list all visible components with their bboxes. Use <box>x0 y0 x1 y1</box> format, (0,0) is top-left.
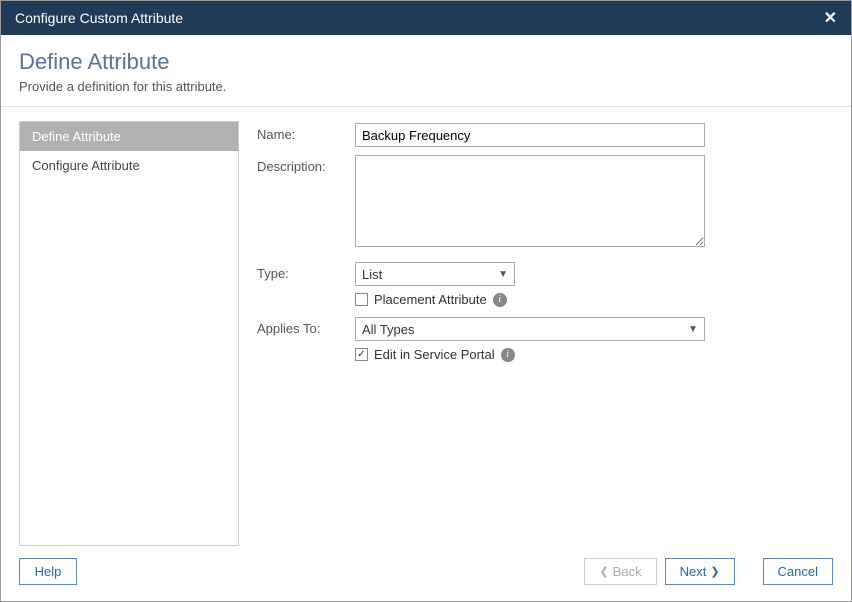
placement-label: Placement Attribute <box>374 292 487 307</box>
info-icon[interactable]: i <box>493 293 507 307</box>
caret-down-icon: ▼ <box>498 269 508 280</box>
button-label: Next <box>680 564 707 579</box>
titlebar: Configure Custom Attribute ✕ <box>1 1 851 35</box>
help-button[interactable]: Help <box>19 558 77 585</box>
window-title: Configure Custom Attribute <box>15 10 183 26</box>
button-label: Back <box>613 564 642 579</box>
chevron-right-icon: ❯ <box>710 565 719 578</box>
sidebar-step-label: Configure Attribute <box>32 158 140 173</box>
sidebar-step-configure[interactable]: Configure Attribute <box>20 151 238 180</box>
row-description: Description: <box>257 155 833 250</box>
button-label: Cancel <box>778 564 818 579</box>
form: Name: Description: Type: List ▼ Placemen… <box>257 121 833 546</box>
description-textarea[interactable] <box>355 155 705 247</box>
next-button[interactable]: Next ❯ <box>665 558 735 585</box>
row-type: Type: List ▼ Placement Attribute i <box>257 262 833 307</box>
type-select[interactable]: List ▼ <box>355 262 515 286</box>
header: Define Attribute Provide a definition fo… <box>1 35 851 107</box>
info-icon[interactable]: i <box>501 348 515 362</box>
button-label: Help <box>35 564 62 579</box>
label-applies: Applies To: <box>257 317 355 336</box>
sidebar-step-label: Define Attribute <box>32 129 121 144</box>
type-value: List <box>362 267 382 282</box>
edit-portal-label: Edit in Service Portal <box>374 347 495 362</box>
back-button: ❮ Back <box>584 558 656 585</box>
edit-portal-checkbox[interactable]: ✓ <box>355 348 368 361</box>
row-name: Name: <box>257 123 833 147</box>
placement-checkbox[interactable] <box>355 293 368 306</box>
applies-select[interactable]: All Types ▼ <box>355 317 705 341</box>
label-type: Type: <box>257 262 355 281</box>
close-icon[interactable]: ✕ <box>824 8 837 28</box>
placement-row: Placement Attribute i <box>355 292 833 307</box>
name-input[interactable] <box>355 123 705 147</box>
applies-value: All Types <box>362 322 415 337</box>
label-name: Name: <box>257 123 355 142</box>
footer: Help ❮ Back Next ❯ Cancel <box>1 550 851 601</box>
wizard-sidebar: Define Attribute Configure Attribute <box>19 121 239 546</box>
label-description: Description: <box>257 155 355 174</box>
page-subheading: Provide a definition for this attribute. <box>19 79 833 94</box>
cancel-button[interactable]: Cancel <box>763 558 833 585</box>
content: Define Attribute Configure Attribute Nam… <box>1 107 851 550</box>
sidebar-step-define[interactable]: Define Attribute <box>20 122 238 151</box>
chevron-left-icon: ❮ <box>599 565 608 578</box>
edit-portal-row: ✓ Edit in Service Portal i <box>355 347 833 362</box>
row-applies: Applies To: All Types ▼ ✓ Edit in Servic… <box>257 317 833 362</box>
page-heading: Define Attribute <box>19 49 833 75</box>
caret-down-icon: ▼ <box>688 324 698 335</box>
